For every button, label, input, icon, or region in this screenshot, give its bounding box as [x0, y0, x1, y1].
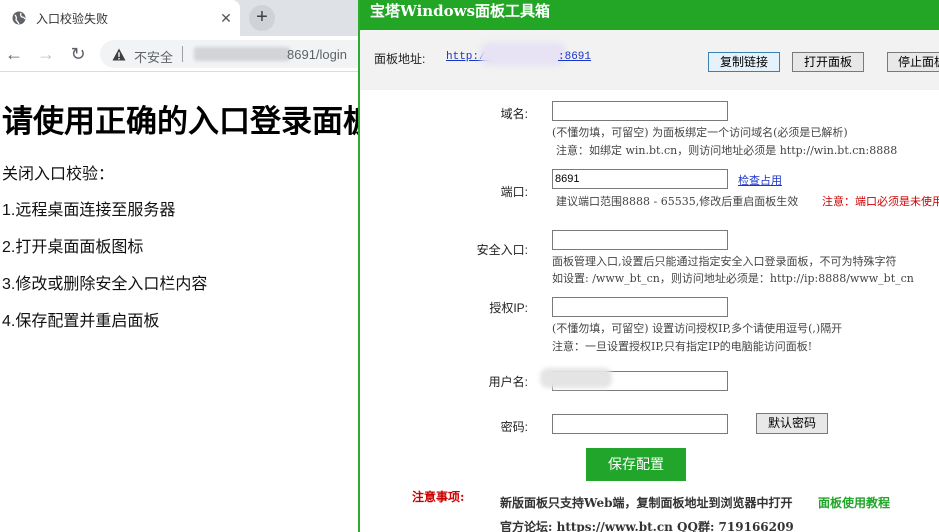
panel-address-label: 面板地址:: [374, 52, 426, 66]
open-panel-button[interactable]: 打开面板: [792, 52, 864, 72]
domain-label: 域名:: [500, 107, 528, 121]
reload-icon[interactable]: ↻: [68, 44, 88, 64]
intro-text: 关闭入口校验：: [2, 166, 115, 183]
page-heading: 请使用正确的入口登录面板: [2, 104, 360, 139]
redacted-host: [194, 47, 290, 61]
redacted-username: [540, 368, 612, 388]
auth-ip-label: 授权IP:: [489, 301, 528, 315]
not-secure-label: 不安全: [134, 50, 174, 65]
step-1: 1.远程桌面连接至服务器: [2, 202, 176, 219]
address-text: 8691/login: [287, 47, 347, 62]
tab-title: 入口校验失败: [36, 12, 109, 26]
port-label: 端口:: [500, 185, 528, 199]
copy-link-button[interactable]: 复制链接: [708, 52, 780, 72]
entrance-hint: 面板管理入口,设置后只能通过指定安全入口登录面板，不可为特殊字符: [552, 255, 897, 268]
toolbox-title: 宝塔Windows面板工具箱: [370, 2, 551, 20]
globe-icon: [12, 11, 26, 25]
port-warning: 注意：端口必须是未使用: [822, 195, 939, 208]
username-label: 用户名:: [488, 375, 528, 389]
step-2: 2.打开桌面面板图标: [2, 239, 144, 256]
check-port-link[interactable]: 检查占用: [738, 172, 782, 188]
forward-arrow-icon[interactable]: →: [36, 44, 56, 64]
domain-hint: (不懂勿填，可留空) 为面板绑定一个访问域名(必须是已解析): [552, 126, 848, 139]
save-config-button[interactable]: 保存配置: [586, 448, 686, 481]
tutorial-link[interactable]: 面板使用教程: [818, 494, 890, 511]
toolbox-title-bar: 宝塔Windows面板工具箱: [360, 0, 939, 30]
notice-label: 注意事项:: [412, 490, 465, 504]
password-label: 密码:: [500, 420, 528, 434]
tab-strip: 入口校验失败 ✕ +: [0, 0, 360, 36]
page-content: 请使用正确的入口登录面板 关闭入口校验： 1.远程桌面连接至服务器 2.打开桌面…: [0, 72, 360, 532]
browser-toolbar: ← → ↻ 不安全 8691/login: [0, 36, 360, 72]
security-entrance-input[interactable]: [552, 230, 728, 250]
entrance-note: 如设置: /www_bt_cn，则访问地址必须是：http://ip:8888/…: [552, 272, 914, 285]
auth-ip-note: 注意：一旦设置授权IP,只有指定IP的电脑能访问面板!: [552, 340, 813, 353]
address-bar[interactable]: 不安全 8691/login: [100, 40, 360, 68]
password-input[interactable]: [552, 414, 728, 434]
warning-triangle-icon: [112, 48, 126, 61]
port-input[interactable]: 8691: [552, 169, 728, 189]
bt-toolbox-window: 宝塔Windows面板工具箱 面板地址: http:// :8691 复制链接 …: [358, 0, 939, 532]
auth-ip-input[interactable]: [552, 297, 728, 317]
step-3: 3.修改或删除安全入口栏内容: [2, 276, 208, 293]
stop-panel-button[interactable]: 停止面板: [887, 52, 939, 72]
tab-entry-check-failed[interactable]: 入口校验失败 ✕: [0, 0, 240, 36]
new-tab-button[interactable]: +: [249, 5, 275, 31]
port-hint: 建议端口范围8888 - 65535,修改后重启面板生效: [556, 195, 799, 208]
step-4: 4.保存配置并重启面板: [2, 313, 160, 330]
back-arrow-icon[interactable]: ←: [4, 44, 24, 64]
panel-url-port[interactable]: :8691: [558, 51, 591, 63]
tab-close-icon[interactable]: ✕: [218, 9, 234, 27]
panel-address-bar: 面板地址: http:// :8691 复制链接 打开面板 停止面板: [360, 30, 939, 90]
domain-input[interactable]: [552, 101, 728, 121]
browser-window: 入口校验失败 ✕ + ← → ↻ 不安全 8691/login 请使用正确的入口…: [0, 0, 360, 532]
domain-note: 注意：如绑定 win.bt.cn，则访问地址必须是 http://win.bt.…: [556, 144, 898, 157]
forum-info: 官方论坛: https://www.bt.cn QQ群: 719166209: [500, 520, 794, 532]
auth-ip-hint: (不懂勿填，可留空) 设置访问授权IP,多个请使用逗号(,)隔开: [552, 322, 843, 335]
security-entrance-label: 安全入口:: [476, 243, 528, 257]
notice-text: 新版面板只支持Web端，复制面板地址到浏览器中打开: [500, 496, 793, 510]
address-separator: [182, 46, 183, 62]
default-password-button[interactable]: 默认密码: [756, 413, 828, 434]
redacted-panel-host: [480, 42, 566, 66]
